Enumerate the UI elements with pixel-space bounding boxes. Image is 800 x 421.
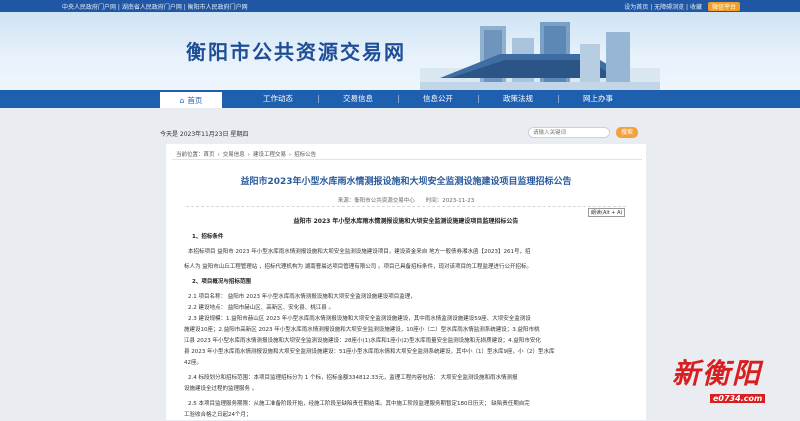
- breadcrumb: 当前位置：首页 › 交易信息 › 建设工程交易 › 招标公告: [172, 150, 642, 160]
- watermark-url: e0734.com: [710, 394, 766, 403]
- article-paragraph-line: 施建设10座；2.益阳市高新区 2023 年小型水库雨水情测报设施和大坝安全监测…: [184, 327, 540, 333]
- nav-home[interactable]: ⌂ 首页: [160, 90, 222, 108]
- gov-portal-links[interactable]: 中央人民政府门户网 | 湖南省人民政府门户网 | 衡阳市人民政府门户网: [62, 2, 248, 11]
- xinhengyang-watermark: 新衡阳 e0734.com: [672, 352, 800, 420]
- article-paragraph-line: 2.4 标段划分和招标范围：本项目监理招标分为 1 个标，招标金额334812.…: [188, 375, 518, 381]
- home-icon: ⌂: [179, 96, 185, 105]
- article-paragraph-line: 2.1 项目名称： 益阳市 2023 年小型水库雨水情测报设施和大坝安全监测设施…: [188, 294, 416, 300]
- watermark-logo-text: 新衡阳: [672, 357, 763, 390]
- utility-links[interactable]: 设为首页 | 无障碍浏览 | 收藏 微信平台: [624, 2, 740, 11]
- site-header: 衡阳市公共资源交易网: [0, 12, 800, 90]
- search-input[interactable]: [528, 127, 610, 138]
- article-paragraph-line: 42座。: [184, 360, 202, 366]
- article-paragraph-line: 本招标项目 益阳市 2023 年小型水库雨水情测报设施和大坝安全监测设施建设项目…: [188, 249, 531, 255]
- breadcrumb-trade-info[interactable]: 交易信息: [223, 152, 245, 158]
- title-divider: [186, 206, 626, 207]
- search-box: 搜索: [520, 126, 640, 139]
- article-source: 来源：衡阳市公共资源交易中心 时间：2023-11-23: [337, 198, 475, 204]
- current-date: 今天是 2023年11月23日 星期四: [160, 131, 249, 138]
- article-paragraph-line: 2.3 建设规模：1.益阳市赫山区 2023 年小型水库雨水情测报设施和大坝安全…: [188, 316, 531, 322]
- article-title: 益阳市2023年小型水库雨水情测报设施和大坝安全监测设施建设项目监理招标公告: [240, 177, 572, 187]
- date-search-bar: 今天是 2023年11月23日 星期四 搜索: [160, 126, 640, 140]
- building-illustration: [420, 22, 660, 90]
- breadcrumb-tender-notice[interactable]: 招标公告: [294, 152, 316, 158]
- article-paragraph-line: 2.2 建设地点： 益阳市赫山区、高新区、安化县、桃江县 。: [188, 305, 334, 311]
- top-links-bar: 中央人民政府门户网 | 湖南省人民政府门户网 | 衡阳市人民政府门户网 设为首页…: [0, 0, 800, 12]
- article-paragraph-line: 工验收合格之日起24个月；: [184, 412, 252, 418]
- breadcrumb-home[interactable]: 首页: [204, 152, 215, 158]
- article-paragraph-line: 2.5 本项目监理服务期限：从施工准备阶段开始，经施工阶段至缺陷责任期结束。其中…: [188, 401, 530, 407]
- breadcrumb-label: 当前位置：: [176, 152, 204, 158]
- utility-links-text[interactable]: 设为首页 | 无障碍浏览 | 收藏: [624, 4, 702, 11]
- nav-online-service[interactable]: 网上办事: [548, 90, 648, 108]
- breadcrumb-divider: [172, 159, 642, 160]
- article-panel: 当前位置：首页 › 交易信息 › 建设工程交易 › 招标公告 益阳市2023年小型水库雨水情…: [166, 144, 646, 420]
- nav-home-label: 首页: [187, 96, 203, 105]
- section-heading: 1、招标条件: [192, 234, 224, 240]
- site-title[interactable]: 衡阳市公共资源交易网: [186, 36, 406, 65]
- article-paragraph-line: 设施建设全过程的监理服务 。: [184, 386, 258, 392]
- search-button[interactable]: 搜索: [616, 127, 638, 138]
- wechat-platform-button[interactable]: 微信平台: [707, 2, 740, 11]
- breadcrumb-construction[interactable]: 建设工程交易: [253, 152, 286, 158]
- main-nav: ⌂ 首页 工作动态 交易信息 信息公开 政策法规 网上办事: [0, 90, 800, 108]
- article-paragraph-line: 县 2023 年小型水库雨水情测报设施和大坝安全监测设施建设：51座小型水库雨水…: [184, 349, 555, 355]
- article-paragraph-line: 江县 2023 年小型水库雨水情测报设施和大坝安全监测设施建设：28座小(1)水…: [184, 338, 541, 344]
- article-paragraph-line: 标人为 益阳市山丘工程管理站 ，招标代理机构为 湖南曹晨达项目管理有限公司 。项…: [184, 264, 532, 270]
- section-heading: 2、项目概况与招标范围: [192, 279, 251, 285]
- article-subtitle: 益阳市 2023 年小型水库雨水情测报设施和大坝安全监测设施建设项目监理招标公告: [293, 218, 519, 225]
